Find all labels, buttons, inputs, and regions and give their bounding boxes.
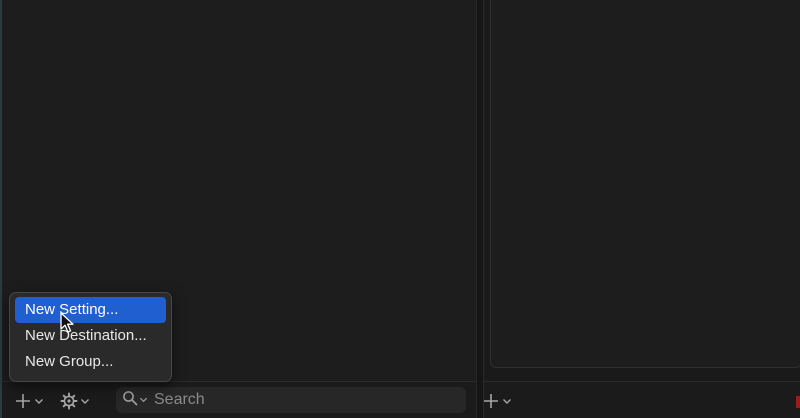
add-button[interactable] xyxy=(14,390,44,412)
right-bottom-toolbar xyxy=(484,381,800,418)
split-view-divider[interactable] xyxy=(476,0,484,418)
search-input[interactable] xyxy=(148,391,466,409)
left-bottom-toolbar xyxy=(2,381,476,418)
chevron-down-icon xyxy=(80,396,90,406)
menu-item-new-destination[interactable]: New Destination... xyxy=(15,323,166,349)
search-field[interactable] xyxy=(116,387,466,413)
plus-icon xyxy=(14,392,32,410)
menu-item-new-group[interactable]: New Group... xyxy=(15,349,166,375)
add-popup-menu: New Setting... New Destination... New Gr… xyxy=(9,292,172,382)
chevron-down-icon xyxy=(139,391,148,409)
chevron-down-icon xyxy=(502,396,512,406)
gear-icon xyxy=(60,392,78,410)
action-menu-button[interactable] xyxy=(60,390,90,412)
app-window: New Setting... New Destination... New Gr… xyxy=(0,0,800,418)
add-button-right[interactable] xyxy=(482,390,512,412)
search-icon xyxy=(122,390,138,411)
inspector-pane[interactable] xyxy=(490,0,800,368)
chevron-down-icon xyxy=(34,396,44,406)
plus-icon xyxy=(482,392,500,410)
corner-indicator xyxy=(796,396,800,408)
search-options-button[interactable] xyxy=(122,390,148,411)
menu-item-new-setting[interactable]: New Setting... xyxy=(15,297,166,323)
